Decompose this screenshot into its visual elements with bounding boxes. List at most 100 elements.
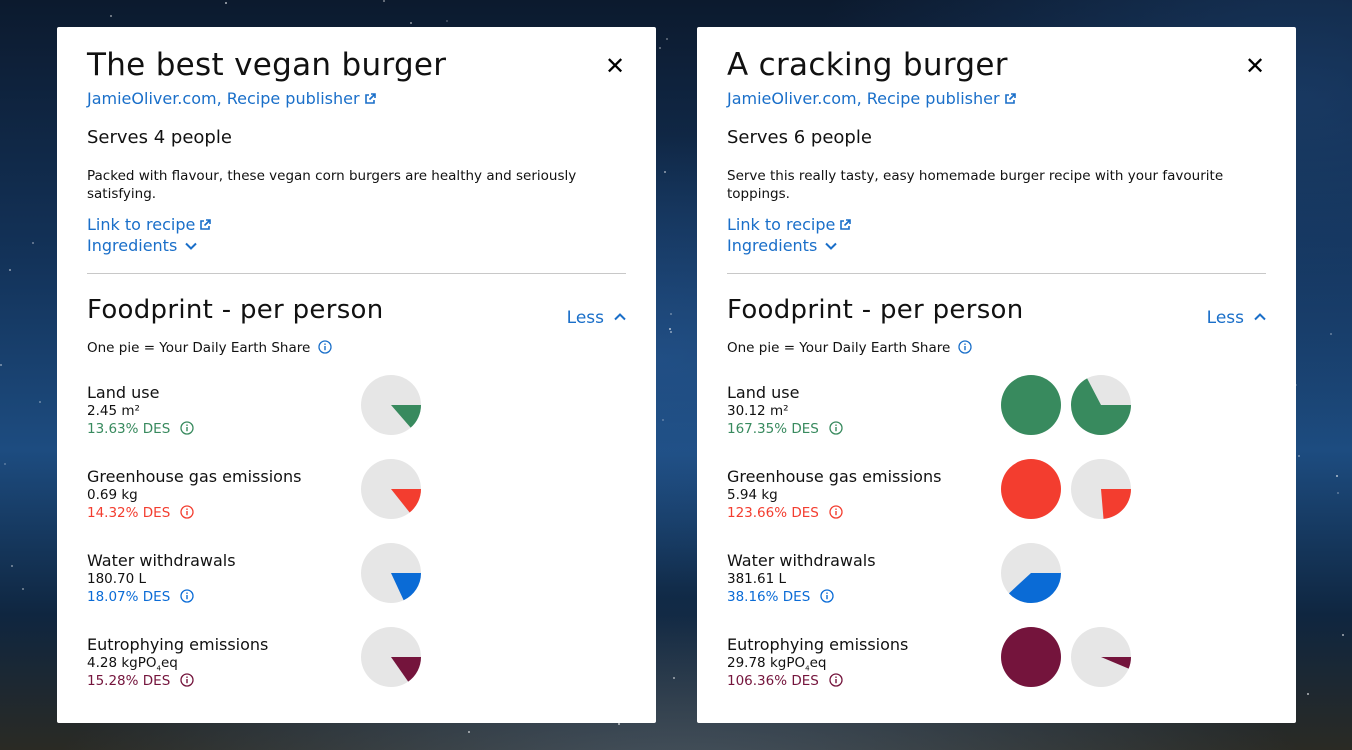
metric-value: 0.69 kg: [87, 487, 138, 505]
metric-row: Greenhouse gas emissions 0.69 kg 14.32% DE…: [87, 459, 627, 537]
info-icon[interactable]: [180, 505, 194, 523]
metric-name: Eutrophying emissions: [87, 635, 269, 654]
metric-des: 123.66% DES: [727, 505, 843, 523]
metric-value-text: 180.70 L: [87, 571, 147, 587]
info-icon[interactable]: [820, 589, 834, 607]
external-link-icon: [1004, 90, 1016, 109]
metric-des-text: 167.35% DES: [727, 421, 819, 437]
metric-des: 14.32% DES: [87, 505, 194, 523]
metric-des-text: 15.28% DES: [87, 673, 171, 689]
recipe-description: Packed with flavour, these vegan corn bu…: [87, 168, 577, 202]
metric-value-text: 2.45 m²: [87, 403, 140, 419]
metric-value-text: 0.69 kg: [87, 487, 138, 503]
daily-share-pie: [1001, 627, 1061, 687]
less-label: Less: [1206, 308, 1244, 328]
metric-name: Land use: [727, 383, 800, 402]
metric-row: Eutrophying emissions 4.28 kgPO4eq 15.28% …: [87, 627, 627, 705]
daily-share-label: One pie = Your Daily Earth Share: [727, 340, 951, 356]
info-icon[interactable]: [958, 340, 972, 358]
metric-des: 38.16% DES: [727, 589, 834, 607]
metric-row: Eutrophying emissions 29.78 kgPO4eq 106.36…: [727, 627, 1267, 705]
pie-background: [1001, 375, 1061, 435]
info-icon[interactable]: [829, 673, 843, 691]
info-icon[interactable]: [829, 505, 843, 523]
daily-share-pie: [361, 459, 421, 519]
info-icon[interactable]: [180, 589, 194, 607]
metric-value: 5.94 kg: [727, 487, 778, 505]
ingredients-label: Ingredients: [87, 236, 178, 255]
ingredients-label: Ingredients: [727, 236, 818, 255]
less-label: Less: [566, 308, 604, 328]
info-icon[interactable]: [318, 340, 332, 358]
metric-name: Greenhouse gas emissions: [87, 467, 302, 486]
metric-des: 13.63% DES: [87, 421, 194, 439]
daily-share-note: One pie = Your Daily Earth Share: [87, 340, 332, 358]
metric-value-text: 5.94 kg: [727, 487, 778, 503]
recipe-link[interactable]: Link to recipe: [727, 215, 852, 235]
metric-des: 15.28% DES: [87, 673, 194, 691]
recipe-title: A cracking burger: [727, 47, 1008, 83]
ingredients-toggle[interactable]: Ingredients: [727, 235, 837, 255]
metric-value-suffix: eq: [160, 655, 178, 671]
metric-des-text: 123.66% DES: [727, 505, 819, 521]
daily-share-pie: [1071, 627, 1131, 687]
metric-value-text: 381.61 L: [727, 571, 787, 587]
metric-value-text: 29.78 kgPO: [727, 655, 806, 671]
daily-share-pie: [361, 375, 421, 435]
metric-name: Water withdrawals: [87, 551, 236, 570]
metric-value: 29.78 kgPO4eq: [727, 655, 826, 673]
metric-des-text: 14.32% DES: [87, 505, 171, 521]
info-icon[interactable]: [180, 421, 194, 439]
publisher-label: JamieOliver.com, Recipe publisher: [727, 89, 1000, 108]
external-link-icon: [839, 216, 852, 235]
metric-des-text: 38.16% DES: [727, 589, 811, 605]
metric-des: 106.36% DES: [727, 673, 843, 691]
close-icon[interactable]: ✕: [604, 54, 626, 78]
recipe-card: The best vegan burger ✕ JamieOliver.com,…: [57, 27, 656, 723]
publisher-link[interactable]: JamieOliver.com, Recipe publisher: [87, 89, 376, 109]
daily-share-pie: [1071, 459, 1131, 519]
daily-share-pie: [1001, 543, 1061, 603]
info-icon[interactable]: [180, 673, 194, 691]
recipe-link-label: Link to recipe: [87, 215, 196, 234]
metric-value: 4.28 kgPO4eq: [87, 655, 178, 673]
pie-slice: [1101, 489, 1131, 519]
metric-des: 18.07% DES: [87, 589, 194, 607]
daily-share-pie: [1001, 459, 1061, 519]
metric-row: Water withdrawals 180.70 L 18.07% DES: [87, 543, 627, 621]
metric-value: 2.45 m²: [87, 403, 140, 421]
metric-row: Water withdrawals 381.61 L 38.16% DES: [727, 543, 1267, 621]
metric-name: Greenhouse gas emissions: [727, 467, 942, 486]
less-toggle[interactable]: Less: [567, 306, 626, 328]
external-link-icon: [364, 90, 376, 109]
metric-row: Greenhouse gas emissions 5.94 kg 123.66% D…: [727, 459, 1267, 537]
metric-des-text: 18.07% DES: [87, 589, 171, 605]
metric-value-text: 30.12 m²: [727, 403, 789, 419]
ingredients-toggle[interactable]: Ingredients: [87, 235, 197, 255]
publisher-link[interactable]: JamieOliver.com, Recipe publisher: [727, 89, 1016, 109]
metric-name: Eutrophying emissions: [727, 635, 909, 654]
divider: [87, 273, 626, 274]
metric-value-text: 4.28 kgPO: [87, 655, 157, 671]
chevron-up-icon: [614, 306, 626, 326]
daily-share-pie: [361, 627, 421, 687]
info-icon[interactable]: [829, 421, 843, 439]
foodprint-title: Foodprint - per person: [87, 295, 384, 325]
metric-des-text: 13.63% DES: [87, 421, 171, 437]
recipe-link-label: Link to recipe: [727, 215, 836, 234]
metric-des-text: 106.36% DES: [727, 673, 819, 689]
daily-share-pie: [361, 543, 421, 603]
divider: [727, 273, 1266, 274]
less-toggle[interactable]: Less: [1207, 306, 1266, 328]
serves-text: Serves 6 people: [727, 127, 872, 148]
metric-name: Land use: [87, 383, 160, 402]
metric-des: 167.35% DES: [727, 421, 843, 439]
metric-value-suffix: eq: [809, 655, 827, 671]
foodprint-title: Foodprint - per person: [727, 295, 1024, 325]
close-icon[interactable]: ✕: [1244, 54, 1266, 78]
pie-background: [1001, 459, 1061, 519]
daily-share-label: One pie = Your Daily Earth Share: [87, 340, 311, 356]
metric-row: Land use 30.12 m² 167.35% DES: [727, 375, 1267, 453]
metric-row: Land use 2.45 m² 13.63% DES: [87, 375, 627, 453]
recipe-link[interactable]: Link to recipe: [87, 215, 212, 235]
